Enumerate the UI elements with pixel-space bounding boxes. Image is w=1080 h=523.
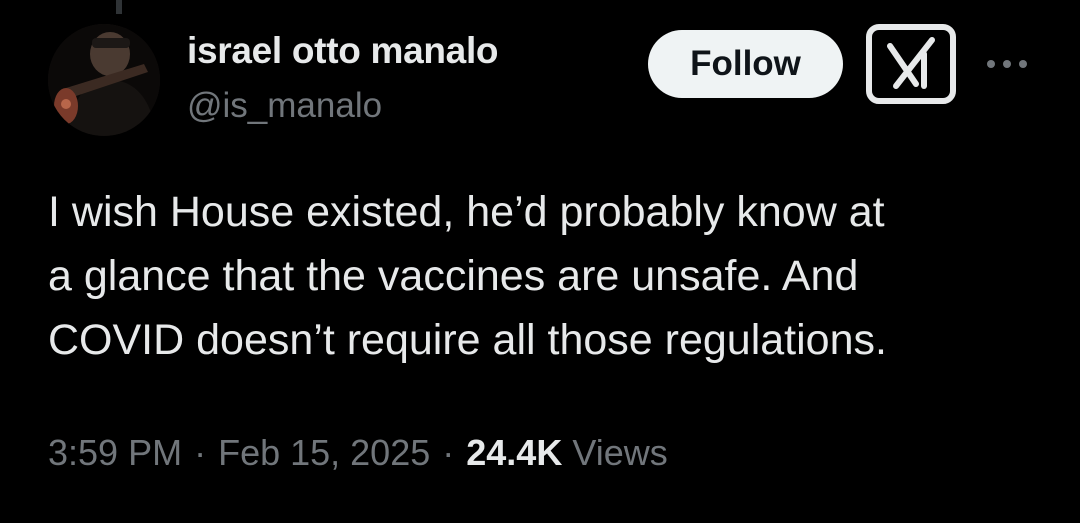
- tweet-text-line: COVID doesn’t require all those regulati…: [48, 316, 887, 364]
- grok-button[interactable]: [866, 24, 956, 104]
- profile-photo-icon: [48, 24, 160, 136]
- author-handle[interactable]: @is_manalo: [187, 86, 382, 126]
- follow-button[interactable]: Follow: [648, 30, 843, 98]
- views-label: Views: [572, 432, 668, 473]
- tweet-time[interactable]: 3:59 PM: [48, 432, 182, 474]
- tweet-date[interactable]: Feb 15, 2025: [218, 432, 430, 474]
- meta-separator: ·: [194, 432, 207, 473]
- tweet-text-line: a glance that the vaccines are unsafe. A…: [48, 252, 859, 300]
- author-display-name[interactable]: israel otto manalo: [187, 30, 499, 72]
- tweet-meta: 3:59 PM · Feb 15, 2025 · 24.4K Views: [48, 432, 668, 474]
- meta-separator: ·: [442, 432, 455, 473]
- avatar[interactable]: [48, 24, 160, 136]
- grok-icon: [866, 24, 956, 104]
- tweet-text-line: I wish House existed, he’d probably know…: [48, 188, 885, 236]
- thread-connector-line: [116, 0, 122, 14]
- more-horizontal-icon: [987, 60, 1027, 68]
- tweet-text: I wish House existed, he’d probably know…: [48, 180, 1058, 372]
- more-options-button[interactable]: [982, 48, 1032, 80]
- views-count[interactable]: 24.4K: [466, 432, 562, 474]
